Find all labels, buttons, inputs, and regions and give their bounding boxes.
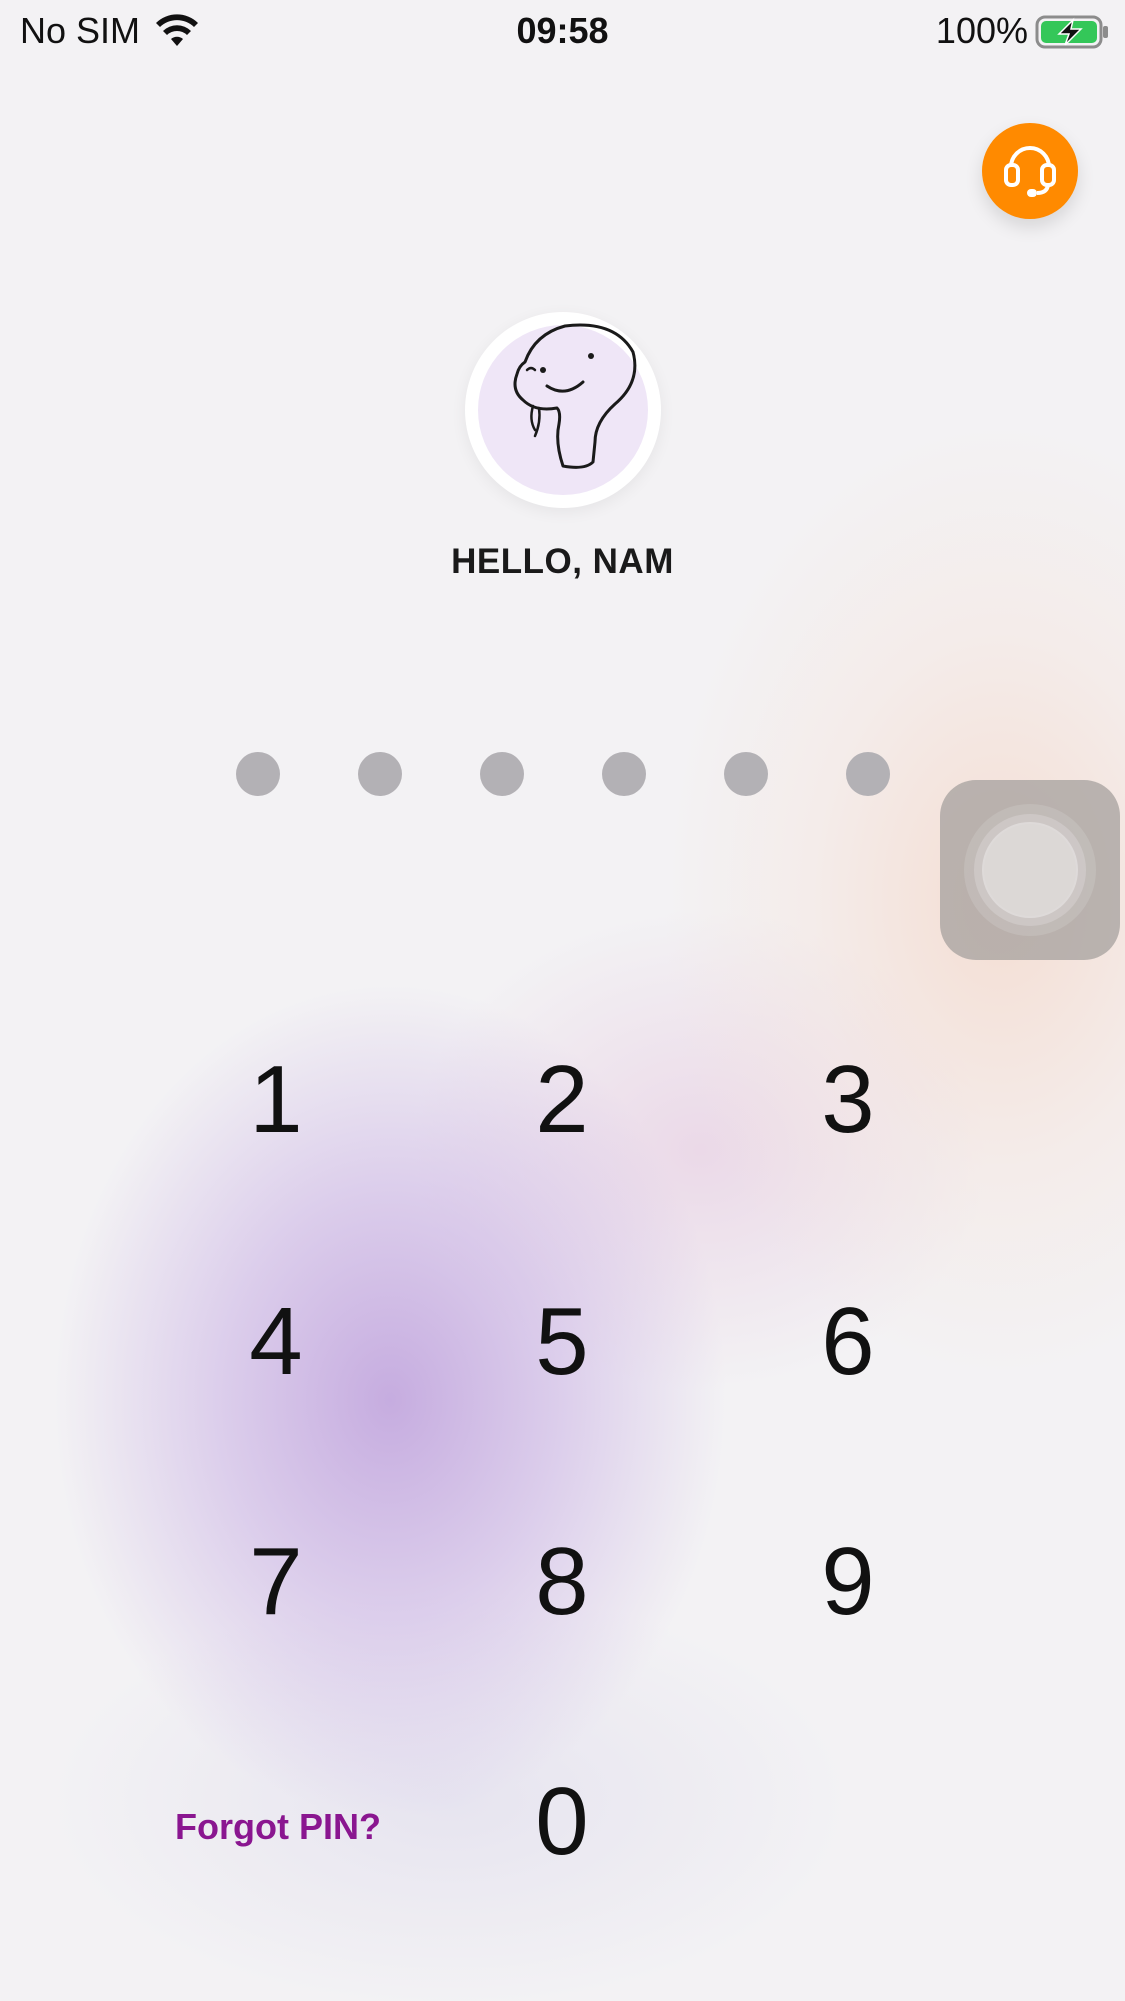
pin-dot	[358, 752, 402, 796]
key-2[interactable]: 2	[462, 1030, 662, 1170]
key-0[interactable]: 0	[462, 1752, 662, 1892]
key-8[interactable]: 8	[462, 1512, 662, 1652]
key-9[interactable]: 9	[748, 1512, 948, 1652]
battery-charging-icon	[1035, 14, 1111, 55]
pin-dot	[602, 752, 646, 796]
pin-indicator	[236, 752, 892, 796]
background-gradient	[0, 0, 1125, 2001]
assistive-touch-button[interactable]	[940, 780, 1120, 960]
assistive-touch-center	[984, 824, 1076, 916]
key-1[interactable]: 1	[176, 1030, 376, 1170]
pin-dot	[480, 752, 524, 796]
pin-dot	[846, 752, 890, 796]
support-button[interactable]	[982, 123, 1078, 219]
key-7[interactable]: 7	[176, 1512, 376, 1652]
greeting: HELLO, NAM	[451, 542, 674, 581]
dinosaur-avatar-icon	[465, 323, 661, 512]
headset-icon	[1001, 137, 1059, 206]
key-6[interactable]: 6	[748, 1272, 948, 1412]
battery-percent: 100%	[935, 10, 1028, 51]
pin-dot	[724, 752, 768, 796]
avatar	[465, 312, 661, 508]
key-4[interactable]: 4	[176, 1272, 376, 1412]
status-bar: No SIM 09:58 100%	[0, 0, 1125, 62]
pin-dot	[236, 752, 280, 796]
key-5[interactable]: 5	[462, 1272, 662, 1412]
key-3[interactable]: 3	[748, 1030, 948, 1170]
forgot-pin-link[interactable]: Forgot PIN?	[120, 1806, 436, 1856]
